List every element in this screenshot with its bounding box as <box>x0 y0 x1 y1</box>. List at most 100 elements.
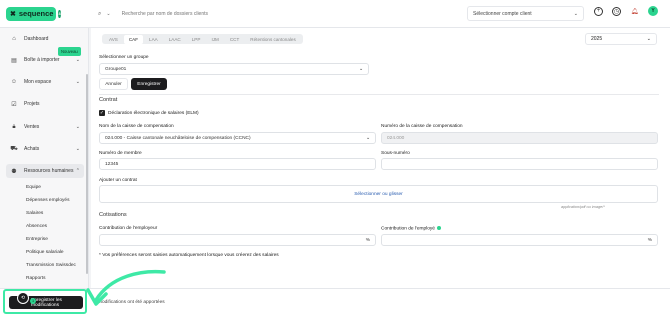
sidebar-item-label: Ventes <box>24 124 40 130</box>
member-number-field[interactable]: 12345 <box>99 158 376 170</box>
info-icon[interactable] <box>437 226 442 230</box>
percent-suffix: % <box>647 237 652 243</box>
tabs: AVS CAF LAA LAAC LPP IJM CCT Rétentions … <box>102 34 303 44</box>
tab-laa[interactable]: LAA <box>144 35 163 44</box>
pointer-arrow-icon <box>86 269 166 306</box>
inbox-icon: ▤ <box>11 57 17 64</box>
sidebar-subitem-swissdec[interactable]: Transmission Swissdec <box>26 263 76 268</box>
logo-icon: ✖ <box>10 10 16 18</box>
bell-icon[interactable]: 🔔︎ <box>630 7 639 16</box>
sidebar-item-projects[interactable]: ☑ Projets <box>6 97 84 111</box>
sidebar-item-label: Mon espace <box>24 79 52 85</box>
group-value: Groupe01 <box>105 66 127 72</box>
logo-badge: 8 <box>58 9 61 18</box>
member-number-label: Numéro de membre <box>99 151 142 156</box>
chevron-down-icon[interactable]: ⌄ <box>106 11 110 17</box>
cancel-button[interactable]: Annuler <box>99 78 128 90</box>
save-button[interactable]: Enregistrer <box>131 78 167 90</box>
group-select[interactable]: Groupe01 ⌄ <box>99 63 369 75</box>
contract-heading: Contrat <box>99 97 118 103</box>
sidebar-scrollbar[interactable] <box>86 74 88 274</box>
chevron-down-icon: ⌄ <box>365 135 370 141</box>
sidebar-item-label: Boîte à importer <box>24 57 60 63</box>
account-select[interactable]: Sélectionner compte client ⌄ <box>467 6 584 21</box>
employee-contribution-field[interactable]: % <box>381 234 658 246</box>
chevron-down-icon: ⌄ <box>75 146 80 152</box>
group-label: Sélectionner un groupe <box>99 55 149 60</box>
caisse-name-label: Nom de la caisse de compensation <box>99 124 174 129</box>
new-badge: Nouveau <box>58 47 81 56</box>
tab-laac[interactable]: LAAC <box>164 35 186 44</box>
cart-icon: ⛟ <box>10 146 18 152</box>
sidebar-subitem-salaries[interactable]: Salaires <box>26 211 43 216</box>
employee-label-text: Contribution de l'employé <box>381 226 435 232</box>
footnote: * Vos préférences seront saisies automat… <box>99 253 279 258</box>
sidebar-item-dashboard[interactable]: ⌂ Dashboard <box>6 32 84 46</box>
caisse-name-select[interactable]: 024.000 - Caisse cantonale neuchâteloise… <box>99 132 376 144</box>
sidebar-item-label: Projets <box>24 101 40 107</box>
check-square-icon: ☑ <box>11 101 17 108</box>
chevron-down-icon: ⌄ <box>75 57 80 63</box>
logo-mark: ✖ sequence 8 <box>6 6 61 21</box>
sidebar-subitem-expenses[interactable]: Dépenses employés <box>26 198 69 203</box>
contract-add-label: Ajouter un contrat <box>99 178 137 183</box>
changes-count-badge: 1 <box>30 298 36 304</box>
tab-cct[interactable]: CCT <box>225 35 244 44</box>
save-icon: ⟲ <box>17 292 29 304</box>
sidebar-item-my-space[interactable]: ☺ Mon espace ⌄ <box>6 75 84 89</box>
sidebar-item-label: Achats <box>24 146 40 152</box>
caisse-number-field: 024.000 <box>381 132 658 144</box>
tab-retentions[interactable]: Rétentions cantonales <box>245 35 300 44</box>
search-icon: ⌕ <box>98 10 102 17</box>
logo-text: sequence <box>18 9 54 18</box>
percent-suffix: % <box>365 237 370 243</box>
sidebar-subitem-salary-policy[interactable]: Politique salariale <box>26 250 64 255</box>
chevron-down-icon: ⌄ <box>573 10 578 17</box>
chevron-down-icon: ⌄ <box>646 36 651 42</box>
sidebar-item-purchases[interactable]: ⛟ Achats ⌄ <box>6 142 84 156</box>
sidebar-item-hr[interactable]: ⚉ Ressources humaines ⌃ <box>6 164 84 178</box>
account-select-label: Sélectionner compte client <box>473 10 532 17</box>
chevron-down-icon: ⌄ <box>75 124 80 130</box>
home-icon: ⌂ <box>12 36 16 42</box>
elm-checkbox[interactable]: ✓ <box>99 110 105 116</box>
tab-ijm[interactable]: IJM <box>206 35 223 44</box>
sidebar-subitem-team[interactable]: Equipe <box>26 185 41 190</box>
lock-icon: 🔒︎ <box>12 123 16 130</box>
sidebar-item-sales[interactable]: 🔒︎ Ventes ⌄ <box>6 120 84 134</box>
sidebar-subitem-reports[interactable]: Rapports <box>26 276 45 281</box>
sub-number-label: Sous-numéro <box>381 151 410 156</box>
search-bar[interactable]: ⌕ ⌄ <box>94 6 458 22</box>
people-icon: ⚉ <box>11 168 17 175</box>
tab-caf[interactable]: CAF <box>123 34 144 44</box>
app: ✖ sequence 8 ⌕ ⌄ Sélectionner compte cli… <box>0 0 670 317</box>
employer-contribution-field[interactable]: % <box>99 234 376 246</box>
contract-upload-zone[interactable]: Sélectionner ou glisser <box>99 185 658 203</box>
sidebar-subitem-company[interactable]: Entreprise <box>26 237 48 242</box>
sub-number-field[interactable] <box>381 158 658 170</box>
header-actions: + ◷ 🔔︎ Y <box>594 6 658 16</box>
sidebar-item-label: Ressources humaines <box>24 168 74 174</box>
year-value: 2025 <box>591 36 603 42</box>
search-input[interactable] <box>121 11 422 17</box>
logo[interactable]: ✖ sequence 8 <box>0 0 90 28</box>
caisse-number-value: 024.000 <box>387 135 405 141</box>
chevron-down-icon: ⌄ <box>358 66 363 72</box>
tab-lpp[interactable]: LPP <box>187 35 206 44</box>
year-select[interactable]: 2025 ⌄ <box>585 33 657 45</box>
employee-label: Contribution de l'employé <box>381 226 442 232</box>
avatar[interactable]: Y <box>648 6 658 16</box>
save-all-label: Enregistrer les modifications <box>31 297 62 308</box>
upload-hint: application/pdf ou image/* <box>561 205 605 209</box>
clock-icon[interactable]: ◷ <box>612 6 621 16</box>
employer-label: Contribution de l'employeur <box>99 226 158 231</box>
chevron-down-icon: ⌄ <box>75 79 80 85</box>
sidebar-subitem-absences[interactable]: Absences <box>26 224 47 229</box>
tab-avs[interactable]: AVS <box>104 35 123 44</box>
caisse-number-label: Numéro de la caisse de compensation <box>381 124 463 129</box>
elm-label: Déclaration électronique de salaires (EL… <box>108 111 199 116</box>
add-circle-icon[interactable]: + <box>594 6 603 16</box>
chevron-up-icon: ⌃ <box>75 168 80 174</box>
caisse-name-value: 024.000 - Caisse cantonale neuchâteloise… <box>105 135 251 141</box>
header: ✖ sequence 8 ⌕ ⌄ Sélectionner compte cli… <box>0 0 670 28</box>
